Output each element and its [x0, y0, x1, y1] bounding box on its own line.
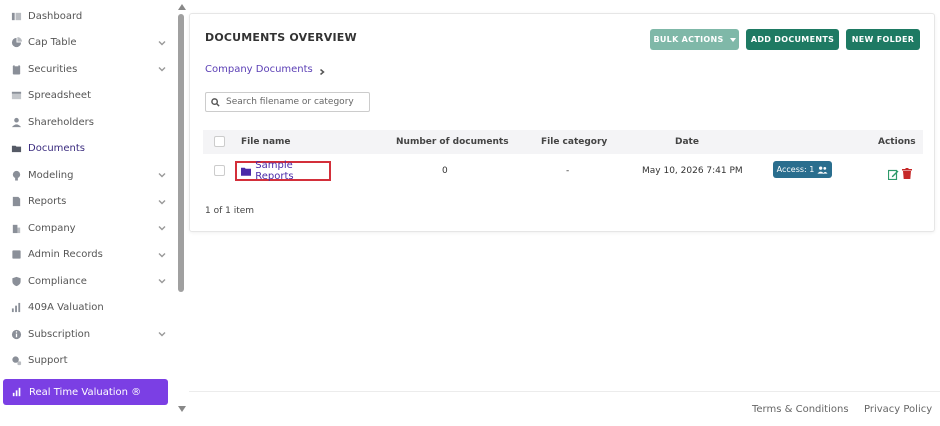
file-category-value: - [566, 166, 570, 176]
chevron-down-icon[interactable] [158, 330, 166, 338]
sidebar-item-subscription[interactable]: Subscription [0, 321, 176, 348]
chevron-down-icon[interactable] [158, 171, 166, 179]
column-header-file-name[interactable]: File name [241, 137, 291, 147]
pagination-summary: 1 of 1 item [205, 206, 255, 216]
pie-chart-icon [10, 37, 22, 49]
sidebar-item-label: Support [28, 355, 68, 367]
terms-and-conditions-link[interactable]: Terms & Conditions [752, 404, 849, 415]
report-icon [10, 196, 22, 208]
sidebar-item-dashboard[interactable]: Dashboard [0, 3, 176, 30]
bulk-actions-label: BULK ACTIONS [653, 35, 724, 44]
sidebar-item-label: 409A Valuation [28, 302, 104, 314]
sidebar-nav: Dashboard Cap Table Securities Spreadshe… [0, 3, 176, 374]
footer-divider [189, 391, 940, 392]
edit-icon[interactable] [887, 165, 899, 181]
date-value: May 10, 2026 7:41 PM [642, 166, 743, 176]
folder-icon [10, 143, 22, 155]
caret-down-icon [729, 37, 736, 42]
access-badge[interactable]: Access: 1 [773, 161, 832, 178]
scroll-up-arrow-icon[interactable] [178, 4, 186, 10]
breadcrumb-company-documents[interactable]: Company Documents [205, 64, 313, 75]
app-root: Dashboard Cap Table Securities Spreadshe… [0, 0, 940, 426]
users-icon [817, 166, 828, 174]
search-icon [211, 97, 220, 107]
breadcrumb: Company Documents [205, 64, 325, 75]
page-title: DOCUMENTS OVERVIEW [205, 31, 357, 44]
sidebar-item-label: Modeling [28, 169, 74, 181]
info-icon [10, 328, 22, 340]
scrollbar-thumb[interactable] [178, 14, 184, 292]
column-header-number-of-documents[interactable]: Number of documents [396, 137, 509, 147]
new-folder-button[interactable]: NEW FOLDER [846, 29, 920, 50]
lightbulb-icon [10, 169, 22, 181]
column-header-actions: Actions [878, 137, 916, 147]
real-time-valuation-button[interactable]: Real Time Valuation ® [3, 379, 168, 405]
spreadsheet-icon [10, 90, 22, 102]
chevron-down-icon[interactable] [158, 224, 166, 232]
sidebar-scrollbar[interactable] [176, 0, 186, 426]
sidebar: Dashboard Cap Table Securities Spreadshe… [0, 0, 187, 426]
bar-chart-icon [12, 387, 21, 397]
sidebar-item-securities[interactable]: Securities [0, 56, 176, 83]
trash-icon[interactable] [902, 164, 912, 179]
chevron-down-icon[interactable] [158, 251, 166, 259]
chevron-down-icon[interactable] [158, 39, 166, 47]
records-icon [10, 249, 22, 261]
support-icon [10, 355, 22, 367]
folder-icon [241, 167, 252, 176]
building-icon [10, 222, 22, 234]
table-header: File name Number of documents File categ… [203, 130, 923, 154]
access-label: Access: 1 [776, 165, 815, 174]
sidebar-item-label: Subscription [28, 328, 91, 340]
sidebar-item-label: Documents [28, 143, 86, 155]
bulk-actions-button[interactable]: BULK ACTIONS [650, 29, 739, 50]
sidebar-item-admin-records[interactable]: Admin Records [0, 242, 176, 269]
sidebar-item-reports[interactable]: Reports [0, 189, 176, 216]
sidebar-item-label: Dashboard [28, 10, 83, 22]
table-row: Sample Reports 0 - May 10, 2026 7:41 PM … [203, 156, 923, 185]
select-all-checkbox[interactable] [214, 136, 225, 147]
row-checkbox[interactable] [214, 165, 225, 176]
sidebar-item-label: Reports [28, 196, 67, 208]
sidebar-item-documents[interactable]: Documents [0, 136, 176, 163]
sidebar-item-label: Compliance [28, 275, 87, 287]
dashboard-icon [10, 10, 22, 22]
sidebar-item-409a-valuation[interactable]: 409A Valuation [0, 295, 176, 322]
column-header-file-category[interactable]: File category [541, 137, 607, 147]
sidebar-item-spreadsheet[interactable]: Spreadsheet [0, 83, 176, 110]
chevron-down-icon[interactable] [158, 65, 166, 73]
documents-overview-card: DOCUMENTS OVERVIEW BULK ACTIONS ADD DOCU… [189, 13, 935, 232]
sidebar-item-label: Company [28, 222, 76, 234]
number-of-documents-value: 0 [442, 166, 448, 176]
sidebar-item-label: Spreadsheet [28, 90, 91, 102]
folder-name: Sample Reports [255, 160, 294, 182]
sidebar-item-label: Cap Table [28, 37, 77, 49]
add-documents-button[interactable]: ADD DOCUMENTS [746, 29, 839, 50]
privacy-policy-link[interactable]: Privacy Policy [864, 404, 932, 415]
chevron-down-icon[interactable] [158, 198, 166, 206]
scroll-down-arrow-icon[interactable] [178, 406, 186, 412]
sidebar-item-cap-table[interactable]: Cap Table [0, 30, 176, 57]
sidebar-item-modeling[interactable]: Modeling [0, 162, 176, 189]
sidebar-item-label: Admin Records [28, 249, 103, 261]
search-input[interactable] [226, 97, 366, 107]
sidebar-item-label: Securities [28, 63, 78, 75]
user-icon [10, 116, 22, 128]
sidebar-item-company[interactable]: Company [0, 215, 176, 242]
shield-icon [10, 275, 22, 287]
clipboard-icon [10, 63, 22, 75]
search-box [205, 92, 370, 112]
sidebar-item-label: Shareholders [28, 116, 94, 128]
folder-link-sample-reports[interactable]: Sample Reports [235, 160, 331, 182]
sidebar-item-shareholders[interactable]: Shareholders [0, 109, 176, 136]
sidebar-item-support[interactable]: Support [0, 348, 176, 375]
sidebar-item-compliance[interactable]: Compliance [0, 268, 176, 295]
column-header-date[interactable]: Date [675, 137, 699, 147]
real-time-valuation-label: Real Time Valuation ® [29, 386, 142, 398]
chevron-right-icon [319, 67, 325, 75]
bar-chart-icon [10, 302, 22, 314]
chevron-down-icon[interactable] [158, 277, 166, 285]
